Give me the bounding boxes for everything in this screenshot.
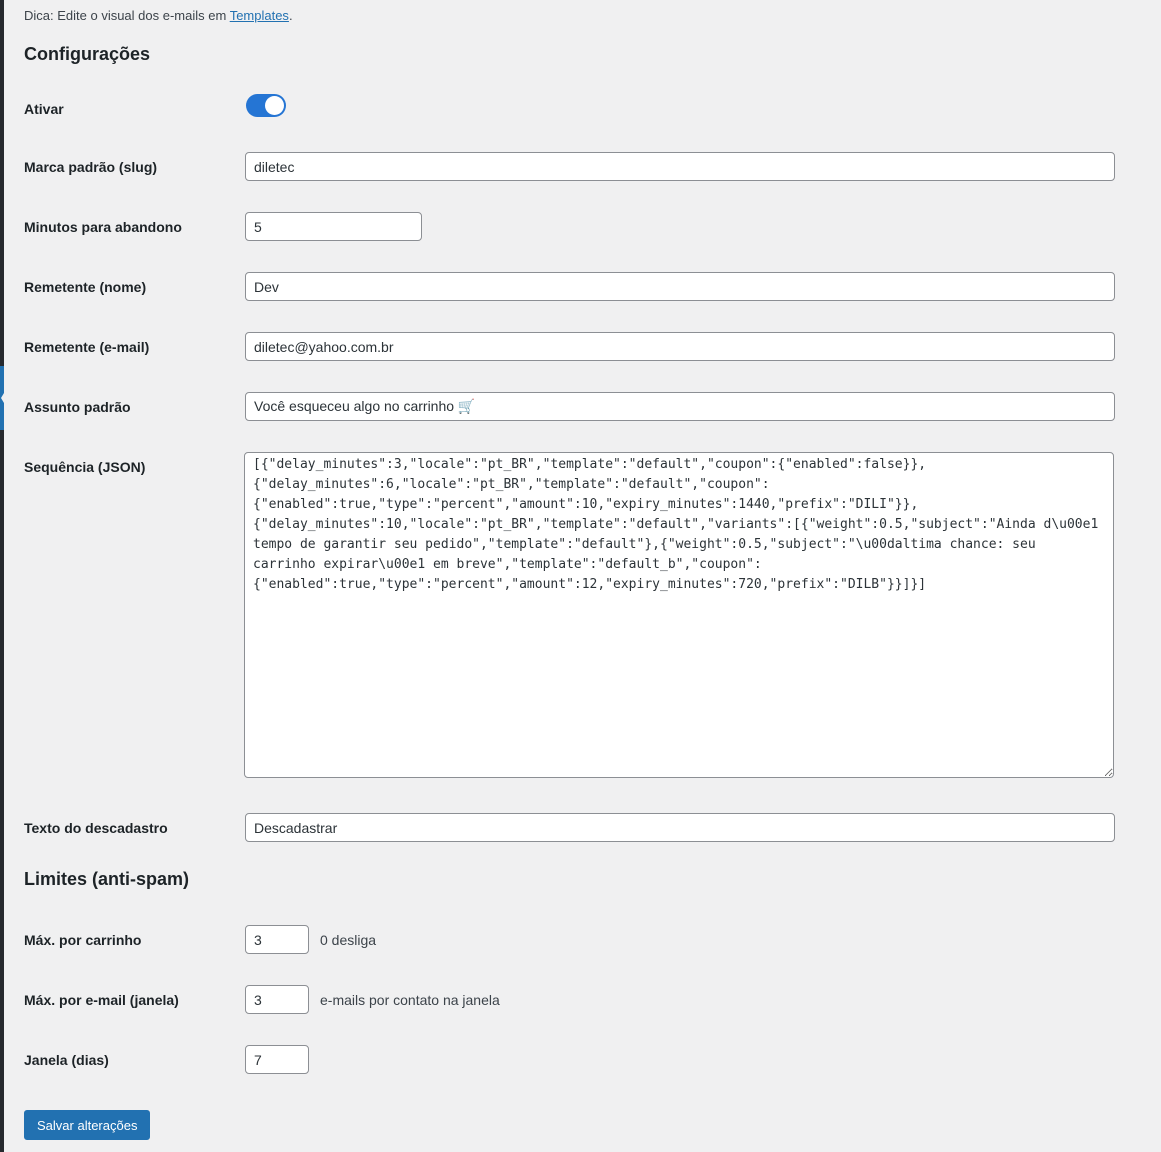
- max-cart-input[interactable]: [245, 925, 309, 954]
- ativar-toggle[interactable]: [246, 94, 286, 117]
- brand-label: Marca padrão (slug): [24, 159, 157, 175]
- max-email-input[interactable]: [245, 985, 309, 1014]
- subject-label: Assunto padrão: [24, 399, 131, 415]
- subject-input[interactable]: [245, 392, 1115, 421]
- sender-name-label: Remetente (nome): [24, 279, 146, 295]
- sender-email-label: Remetente (e-mail): [24, 339, 149, 355]
- abandon-minutes-label: Minutos para abandono: [24, 219, 182, 235]
- max-email-label: Máx. por e-mail (janela): [24, 992, 179, 1008]
- brand-input[interactable]: [245, 152, 1115, 181]
- tip-suffix: .: [289, 8, 293, 23]
- settings-page: Dica: Edite o visual dos e-mails em Temp…: [0, 0, 1161, 1152]
- toggle-knob: [265, 96, 284, 115]
- sender-email-input[interactable]: [245, 332, 1115, 361]
- ativar-label: Ativar: [24, 101, 64, 117]
- unsubscribe-label: Texto do descadastro: [24, 820, 168, 836]
- save-button[interactable]: Salvar alterações: [24, 1110, 150, 1140]
- max-cart-desc: 0 desliga: [320, 932, 376, 948]
- tip-prefix: Dica: Edite o visual dos e-mails em: [24, 8, 230, 23]
- sequence-label: Sequência (JSON): [24, 459, 145, 475]
- admin-menu-active-item[interactable]: [0, 366, 4, 430]
- section-title-limites: Limites (anti-spam): [24, 869, 189, 890]
- templates-link[interactable]: Templates: [230, 8, 289, 23]
- tip-text: Dica: Edite o visual dos e-mails em Temp…: [24, 8, 293, 23]
- admin-menu-strip: [0, 0, 4, 1152]
- sequence-json-textarea[interactable]: [244, 452, 1114, 778]
- max-cart-label: Máx. por carrinho: [24, 932, 141, 948]
- abandon-minutes-input[interactable]: [245, 212, 422, 241]
- sender-name-input[interactable]: [245, 272, 1115, 301]
- section-title-configuracoes: Configurações: [24, 44, 150, 65]
- max-email-desc: e-mails por contato na janela: [320, 992, 500, 1008]
- window-days-input[interactable]: [245, 1045, 309, 1074]
- window-days-label: Janela (dias): [24, 1052, 109, 1068]
- unsubscribe-input[interactable]: [245, 813, 1115, 842]
- current-item-arrow-icon: [1, 393, 4, 403]
